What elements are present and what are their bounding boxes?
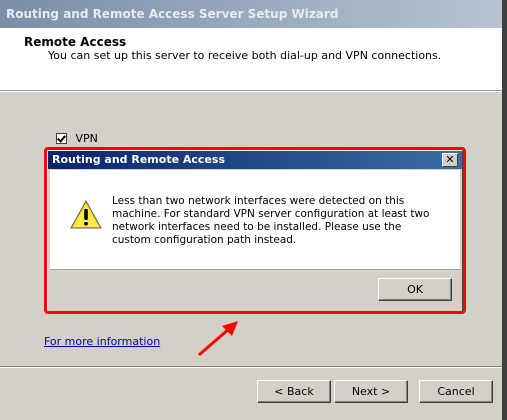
next-button[interactable]: Next > xyxy=(334,380,408,403)
wizard-header: Remote Access You can set up this server… xyxy=(0,28,502,91)
highlight-box xyxy=(44,147,466,314)
page-title: Remote Access xyxy=(24,35,127,49)
wizard-title-bar[interactable]: Routing and Remote Access Server Setup W… xyxy=(0,0,507,28)
cancel-button[interactable]: Cancel xyxy=(419,380,493,403)
page-subtitle: You can set up this server to receive bo… xyxy=(48,49,442,62)
vpn-label: VPN xyxy=(75,131,98,145)
window-edge xyxy=(502,0,507,420)
vpn-option[interactable]: VPN xyxy=(56,131,98,145)
more-info-link[interactable]: For more information xyxy=(44,335,160,348)
highlight-arrow-icon xyxy=(198,321,238,356)
back-button[interactable]: < Back xyxy=(257,380,331,403)
wizard-title: Routing and Remote Access Server Setup W… xyxy=(6,7,339,21)
header-divider xyxy=(0,91,502,92)
footer-divider xyxy=(0,366,502,368)
vpn-checkbox[interactable] xyxy=(56,132,67,144)
